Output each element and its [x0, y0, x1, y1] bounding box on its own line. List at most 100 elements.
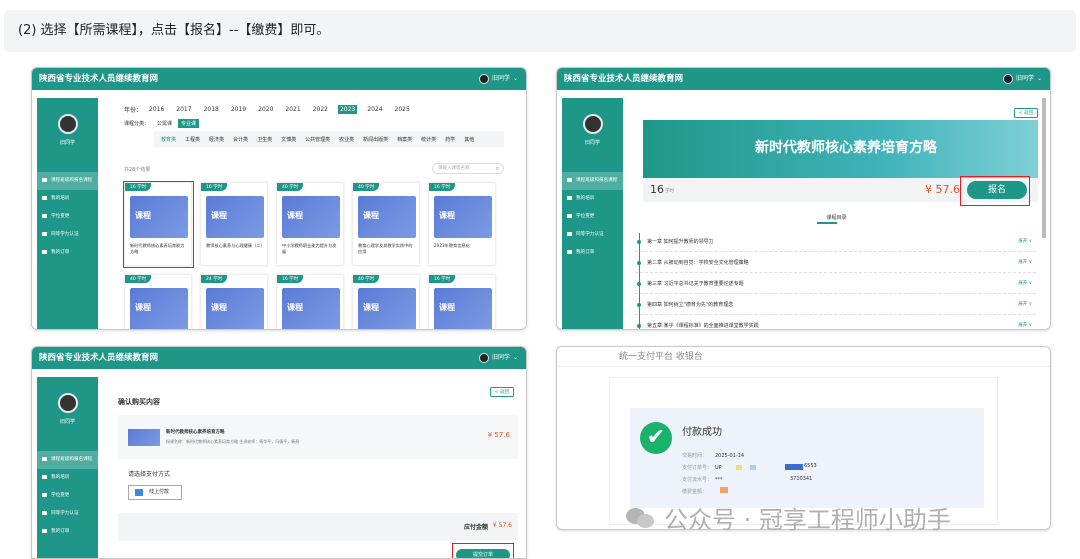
- subtag-option[interactable]: 卫生类: [254, 135, 275, 144]
- chapter-item[interactable]: 第二章 从被动到自觉：学校安全文化管理策略 展开 ∨: [635, 253, 1036, 273]
- back-button[interactable]: < 返回: [489, 387, 514, 397]
- hours-badge: 16 学时: [429, 183, 456, 191]
- chapter-item[interactable]: 第五章 某乎《课程标准》的全面推进课堂教学实践 展开 ∨: [635, 316, 1036, 329]
- course-card[interactable]: 16 学时 课程 2023年教育信息化: [428, 182, 496, 266]
- year-option[interactable]: 2018: [202, 105, 221, 114]
- sidebar-item-training[interactable]: 我的培训: [37, 190, 98, 208]
- sidebar-item-courses[interactable]: 课程班级和报名课程: [37, 451, 98, 469]
- hours-badge: 40 学时: [277, 183, 304, 191]
- year-option[interactable]: 2021: [283, 105, 302, 114]
- course-card[interactable]: 16 学时 课程 教师核心素养与心理健康（二）: [200, 182, 268, 266]
- course-card[interactable]: 40 学时 课程: [352, 274, 420, 329]
- course-thumbnail: 课程: [206, 288, 264, 329]
- avatar-icon: [478, 74, 489, 84]
- catalog-title: 课程目录: [826, 215, 847, 221]
- check-icon: ✔: [640, 422, 672, 454]
- chapter-item[interactable]: 第一章 如何提升教师的领导力 展开 ∨: [635, 232, 1036, 252]
- subtag-option[interactable]: 工程类: [182, 135, 203, 144]
- subtag-option[interactable]: 经济类: [206, 135, 227, 144]
- course-thumbnail: 课程: [358, 196, 416, 238]
- expand-link[interactable]: 展开 ∨: [1018, 232, 1032, 252]
- course-price: ¥ 57.6: [925, 183, 960, 196]
- sidebar-item-training[interactable]: 我的培训: [37, 469, 98, 487]
- redaction-mark: [720, 487, 728, 493]
- subtag-option[interactable]: 会计类: [230, 135, 251, 144]
- hours-badge: 16 学时: [429, 275, 456, 283]
- sidebar-item-cert[interactable]: 同等学力认证: [37, 226, 98, 244]
- chapter-title: 第四章 如何树立"德育为先"的教育理念: [647, 302, 734, 308]
- sidebar: 旧同学 课程班级和报名课程 我的培训 学位变更 同等学力认证 我的订单: [37, 377, 98, 558]
- sidebar-item-degree[interactable]: 学位变更: [37, 208, 98, 226]
- sidebar-item-cert[interactable]: 同等学力认证: [562, 226, 623, 244]
- subtag-option[interactable]: 教育类: [158, 135, 179, 144]
- sidebar-item-cert[interactable]: 同等学力认证: [37, 505, 98, 523]
- pay-field-value: ***: [715, 477, 723, 483]
- instruction-bar: (2) 选择【所需课程】，点击【报名】--【缴费】即可。: [4, 10, 1076, 52]
- course-card[interactable]: 40 学时 课程 教育心理学及其教学实践中的应用: [352, 182, 420, 266]
- user-menu[interactable]: 旧同学 ⌄: [1002, 68, 1042, 90]
- chapter-title: 第二章 从被动到自觉：学校安全文化管理策略: [647, 260, 749, 266]
- subtag-option[interactable]: 农业类: [336, 135, 357, 144]
- subtag-option[interactable]: 新闻出版类: [360, 135, 391, 144]
- expand-link[interactable]: 展开 ∨: [1018, 274, 1032, 294]
- thumb-label: 课程: [287, 303, 303, 312]
- subtag-option[interactable]: 公共管理类: [302, 135, 333, 144]
- sidebar-username: 旧同学: [59, 419, 75, 425]
- category-option-selected[interactable]: 专业课: [178, 119, 200, 128]
- pay-field-labels: 交易时间： 支付订单号： 支付流水号： 缴费金额：: [682, 450, 712, 498]
- course-banner-title: 新时代教师核心素养培育方略: [755, 140, 937, 156]
- chapter-title: 第五章 某乎《课程标准》的全面推进课堂教学实践: [647, 323, 759, 329]
- year-option[interactable]: 2024: [365, 105, 384, 114]
- avatar: [582, 114, 603, 134]
- course-card[interactable]: 40 学时 课程 中小学教师职业能力提升与发展: [276, 182, 344, 266]
- sidebar-item-courses[interactable]: 课程班级和报名课程: [37, 172, 98, 190]
- expand-link[interactable]: 展开 ∨: [1018, 295, 1032, 315]
- pay-option-online[interactable]: 线上付款: [128, 485, 182, 500]
- year-option-selected[interactable]: 2023: [337, 105, 358, 114]
- user-menu[interactable]: 旧同学 ⌄: [478, 68, 518, 90]
- year-option[interactable]: 2025: [393, 105, 412, 114]
- sidebar-item-orders[interactable]: 我的订单: [37, 244, 98, 262]
- search-placeholder: 请输入课程名称: [438, 166, 470, 171]
- scrollbar[interactable]: [1042, 98, 1046, 238]
- avatar: [57, 114, 78, 134]
- subtag-option[interactable]: 统计类: [418, 135, 439, 144]
- course-card[interactable]: 40 学时课程: [124, 274, 192, 329]
- course-card[interactable]: 16 学时 课程: [276, 274, 344, 329]
- search-input[interactable]: 请输入课程名称 ⌕: [432, 163, 504, 174]
- subtag-option[interactable]: 药学: [442, 135, 458, 144]
- pay-success-title: 付款成功: [682, 427, 722, 438]
- pay-platform-header: 统一支付平台 收银台: [557, 347, 1050, 367]
- highlight-box: [960, 176, 1030, 206]
- subtag-option[interactable]: 文博类: [278, 135, 299, 144]
- expand-link[interactable]: 展开 ∨: [1018, 253, 1032, 273]
- expand-link[interactable]: 展开 ∨: [1018, 316, 1032, 329]
- year-option[interactable]: 2022: [311, 105, 330, 114]
- chevron-down-icon: ⌄: [1036, 75, 1042, 82]
- sidebar-item-degree[interactable]: 学位变更: [37, 487, 98, 505]
- thumb-label: 课程: [135, 303, 151, 312]
- sidebar-item-degree[interactable]: 学位变更: [562, 208, 623, 226]
- chapter-item[interactable]: 第四章 如何树立"德育为先"的教育理念 展开 ∨: [635, 295, 1036, 315]
- sidebar-item-training[interactable]: 我的培训: [562, 190, 623, 208]
- course-card[interactable]: 16 学时 课程: [428, 274, 496, 329]
- sidebar-item-orders[interactable]: 我的订单: [37, 523, 98, 541]
- subtag-option[interactable]: 档案类: [394, 135, 415, 144]
- hours-badge: 40 学时: [353, 275, 380, 283]
- confirm-title: 确认购买内容: [118, 398, 160, 406]
- sidebar-item-orders[interactable]: 我的订单: [562, 244, 623, 262]
- course-hours-unit: 学时: [665, 189, 674, 194]
- year-option[interactable]: 2019: [229, 105, 248, 114]
- user-menu[interactable]: 旧同学 ⌄: [478, 347, 518, 369]
- sidebar: 旧同学 课程班级和报名课程 我的培训 学位变更 同等学力认证 我的订单: [37, 98, 98, 329]
- year-option[interactable]: 2020: [256, 105, 275, 114]
- chapter-item[interactable]: 第三章 习近平总书记关于教育重要论述专题 展开 ∨: [635, 274, 1036, 294]
- category-option[interactable]: 公需课: [154, 119, 175, 128]
- sidebar-item-courses[interactable]: 课程班级和报名课程: [562, 172, 623, 190]
- subtag-option[interactable]: 其他: [461, 135, 477, 144]
- year-option[interactable]: 2017: [174, 105, 193, 114]
- year-option[interactable]: 2016: [147, 105, 166, 114]
- hours-badge: 40 学时: [125, 275, 152, 283]
- course-card[interactable]: 24 学时 课程: [200, 274, 268, 329]
- back-button[interactable]: < 返回: [1013, 108, 1038, 118]
